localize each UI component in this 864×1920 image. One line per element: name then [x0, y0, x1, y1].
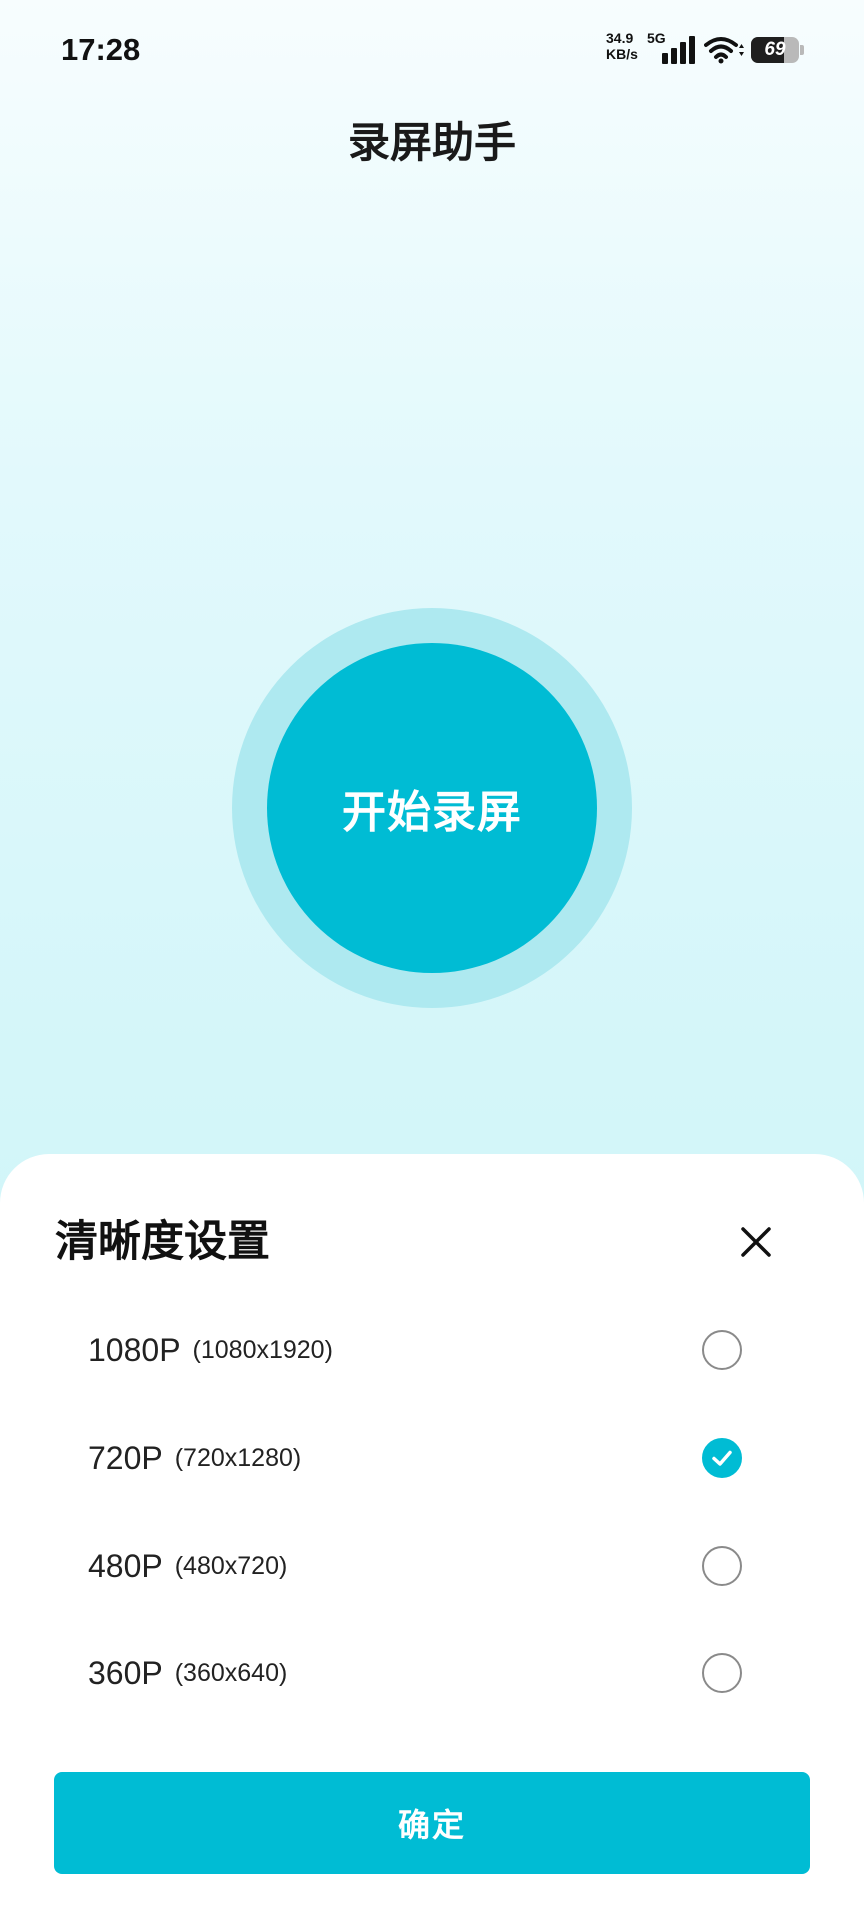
network-speed: 34.9 KB/s — [606, 30, 638, 62]
radio-button[interactable] — [702, 1330, 742, 1370]
start-recording-label: 开始录屏 — [342, 788, 522, 837]
battery-indicator: 69 — [751, 37, 799, 63]
resolution-option-360p[interactable]: 360P (360x640) — [88, 1643, 742, 1703]
battery-level: 69 — [764, 39, 786, 60]
signal-bars-icon — [662, 36, 695, 64]
option-name: 720P — [88, 1439, 163, 1476]
resolution-option-480p[interactable]: 480P (480x720) — [88, 1536, 742, 1596]
confirm-label: 确定 — [397, 1807, 466, 1843]
page-title: 录屏助手 — [347, 119, 516, 166]
network-speed-value: 34.9 — [606, 30, 634, 46]
close-icon[interactable] — [739, 1225, 773, 1259]
resolution-settings-sheet: 清晰度设置 1080P (1080x1920) 720P (720x1280) … — [0, 1154, 864, 1920]
radio-button[interactable] — [702, 1653, 742, 1693]
start-recording-button[interactable]: 开始录屏 — [267, 643, 597, 973]
confirm-button[interactable]: 确定 — [54, 1772, 810, 1874]
radio-button[interactable] — [702, 1546, 742, 1586]
battery-tip — [800, 45, 804, 55]
status-time: 17:28 — [61, 32, 141, 67]
radio-button[interactable] — [702, 1438, 742, 1478]
wifi-icon — [704, 37, 744, 64]
checkmark-icon — [712, 1450, 732, 1466]
record-button-ring: 开始录屏 — [232, 608, 632, 1008]
option-name: 480P — [88, 1547, 163, 1584]
sheet-title: 清晰度设置 — [55, 1218, 270, 1266]
resolution-option-720p[interactable]: 720P (720x1280) — [88, 1428, 742, 1488]
option-name: 1080P — [88, 1331, 181, 1368]
resolution-option-1080p[interactable]: 1080P (1080x1920) — [88, 1320, 742, 1380]
option-name: 360P — [88, 1654, 163, 1691]
network-speed-unit: KB/s — [606, 46, 638, 62]
option-size: (360x640) — [174, 1658, 288, 1687]
option-size: (480x720) — [174, 1551, 288, 1580]
option-size: (1080x1920) — [192, 1335, 333, 1364]
option-size: (720x1280) — [174, 1443, 302, 1472]
